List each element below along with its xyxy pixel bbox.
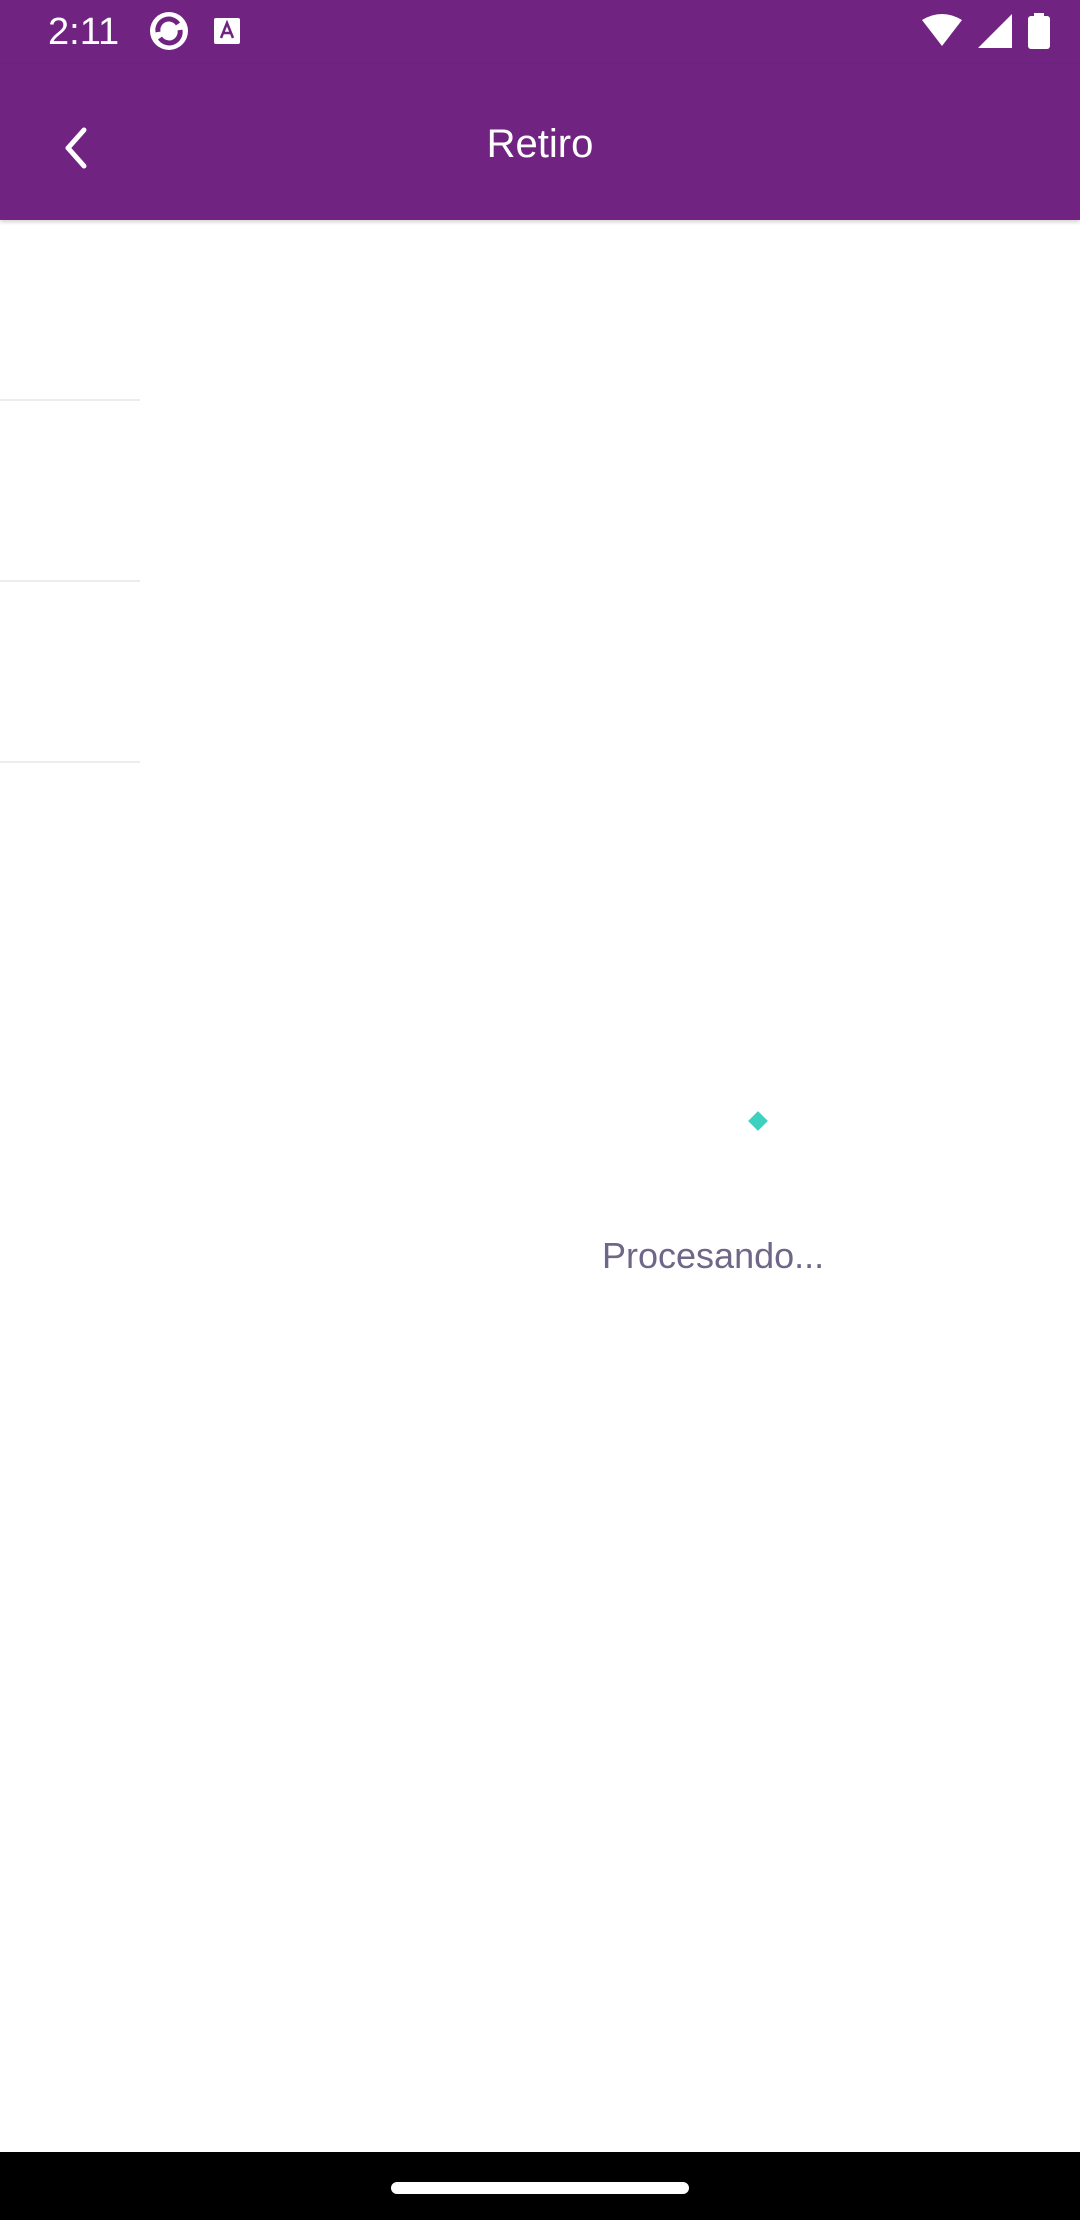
loading-spinner — [748, 1111, 768, 1131]
cell-signal-icon — [978, 13, 1012, 53]
screen: 2:11 Retiro Procesando... — [0, 0, 1080, 2220]
loading-text: Procesando... — [602, 1235, 825, 1276]
home-gesture-handle[interactable] — [391, 2182, 689, 2194]
sync-app-icon — [148, 10, 190, 57]
battery-icon — [1028, 12, 1050, 54]
status-time: 2:11 — [48, 11, 120, 53]
list-item — [0, 401, 140, 582]
app-bar: Retiro — [0, 64, 1080, 220]
font-app-icon — [212, 16, 242, 51]
list-placeholder — [0, 220, 140, 763]
page-title: Retiro — [486, 122, 594, 166]
status-bar: 2:11 — [0, 0, 1080, 64]
wifi-icon — [922, 13, 962, 53]
navigation-bar — [0, 2152, 1080, 2220]
list-item — [0, 582, 140, 763]
list-item — [0, 220, 140, 401]
notification-icons — [148, 10, 242, 57]
system-icons — [922, 12, 1050, 54]
